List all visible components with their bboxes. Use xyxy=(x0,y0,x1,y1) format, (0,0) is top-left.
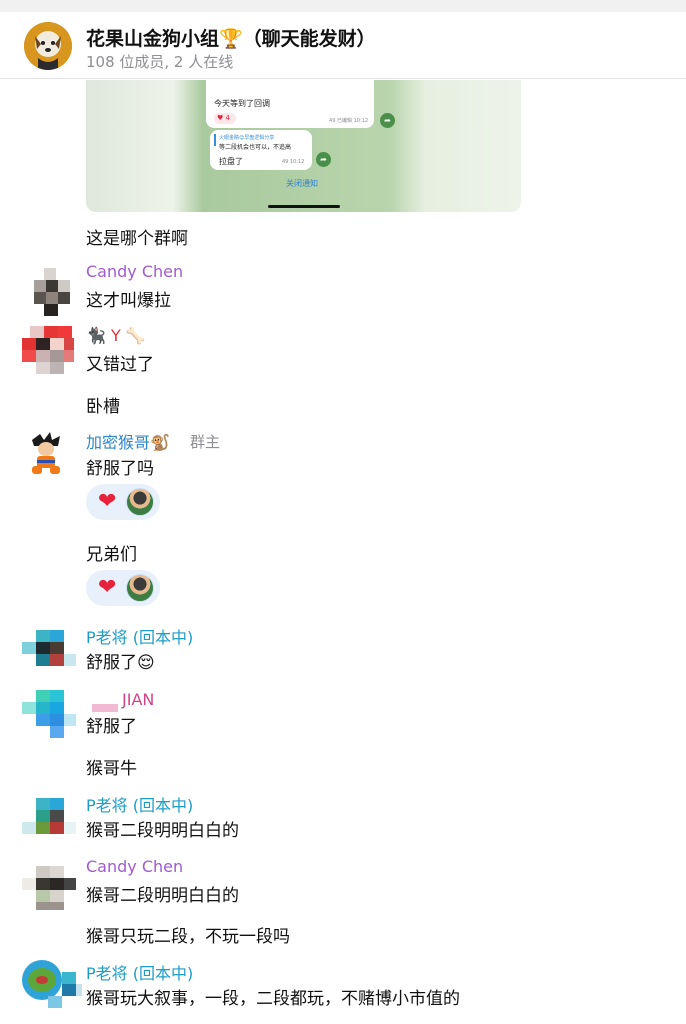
reaction-chip[interactable]: ❤ xyxy=(86,484,160,520)
heart-icon: ❤ xyxy=(98,575,117,600)
avatar[interactable] xyxy=(22,862,76,910)
reaction-chip[interactable]: ❤ xyxy=(86,570,160,606)
image-heart-reaction: ♥ 4 xyxy=(214,113,236,124)
sender-name[interactable]: Candy Chen xyxy=(86,262,183,281)
message-text: 这是哪个群啊 xyxy=(86,229,188,249)
sender-name[interactable]: P老将 (回本中) xyxy=(86,624,193,648)
avatar[interactable] xyxy=(22,690,76,738)
chat-header[interactable]: 花果山金狗小组🏆（聊天能发财） 108 位成员, 2 人在线 xyxy=(0,12,686,79)
image-bubble-2: 火眼金睛😊早盘逻辑分享 等二段机会也可以，不追高 拉盘了 49 10:12 xyxy=(210,130,312,170)
message-text: 猴哥二段明明白白的 xyxy=(86,886,239,906)
message-text: 舒服了 xyxy=(86,717,137,737)
image-text-2: 等二段机会也可以，不追高 xyxy=(219,144,292,151)
message-text: 又错过了 xyxy=(86,355,154,375)
avatar-overlap xyxy=(92,700,118,712)
message-text: 舒服了吗 xyxy=(86,459,154,479)
forward-icon: ➦ xyxy=(316,152,331,167)
sender-name[interactable]: Candy Chen xyxy=(86,857,183,876)
message-text: 卧槽 xyxy=(86,397,120,417)
message-text: 猴哥牛 xyxy=(86,759,137,779)
pepe-avatar-icon[interactable] xyxy=(22,958,82,1010)
image-text-3: 拉盘了 xyxy=(219,157,243,166)
vegeta-avatar-icon xyxy=(126,574,154,602)
sender-name[interactable]: P老将 (回本中) xyxy=(86,960,193,984)
sender-name[interactable]: JIAN xyxy=(122,690,154,709)
image-meta-2: 49 10:12 xyxy=(282,159,305,165)
image-quote-author: 火眼金睛😊早盘逻辑分享 xyxy=(219,135,275,141)
image-meta-1: 49 已编辑 10:12 xyxy=(329,118,368,124)
image-bubble-1: 今天等到了回调 ♥ 4 49 已编辑 10:12 xyxy=(206,80,374,128)
image-reaction-count: 4 xyxy=(225,114,230,122)
message-text: 这才叫爆拉 xyxy=(86,291,171,311)
message-text: 猴哥二段明明白白的 xyxy=(86,821,239,841)
member-count: 108 位成员, 2 人在线 xyxy=(86,53,234,71)
quote-bar xyxy=(214,134,216,146)
goku-avatar-icon[interactable] xyxy=(26,432,66,476)
avatar[interactable] xyxy=(22,624,76,672)
avatar[interactable] xyxy=(22,326,78,374)
image-close-label: 关闭通知 xyxy=(286,179,318,188)
heart-icon: ❤ xyxy=(98,489,117,514)
sender-name[interactable]: P老将 (回本中) xyxy=(86,792,193,816)
sender-name[interactable]: 加密猴哥🐒 xyxy=(86,429,170,453)
forward-icon: ➦ xyxy=(380,113,395,128)
chat-title: 花果山金狗小组🏆（聊天能发财） xyxy=(86,28,376,50)
message-text: 猴哥只玩二段，不玩一段吗 xyxy=(86,927,290,947)
avatar[interactable] xyxy=(34,268,74,316)
home-indicator xyxy=(268,205,340,208)
avatar[interactable] xyxy=(22,794,76,842)
vegeta-avatar-icon xyxy=(126,488,154,516)
message-text: 猴哥玩大叙事，一段，二段都玩，不赌博小市值的 xyxy=(86,989,460,1009)
dog-avatar-icon[interactable] xyxy=(24,22,72,70)
message-text: 舒服了😌 xyxy=(86,653,155,673)
status-strip xyxy=(0,0,686,12)
shared-image[interactable]: 今天等到了回调 ♥ 4 49 已编辑 10:12 ➦ 火眼金睛😊早盘逻辑分享 等… xyxy=(86,80,521,212)
sender-name[interactable]: 🐈‍⬛ Y 🦴 xyxy=(86,326,146,345)
image-text-1: 今天等到了回调 xyxy=(214,99,270,108)
admin-badge: 群主 xyxy=(190,433,221,451)
message-text: 兄弟们 xyxy=(86,545,137,565)
